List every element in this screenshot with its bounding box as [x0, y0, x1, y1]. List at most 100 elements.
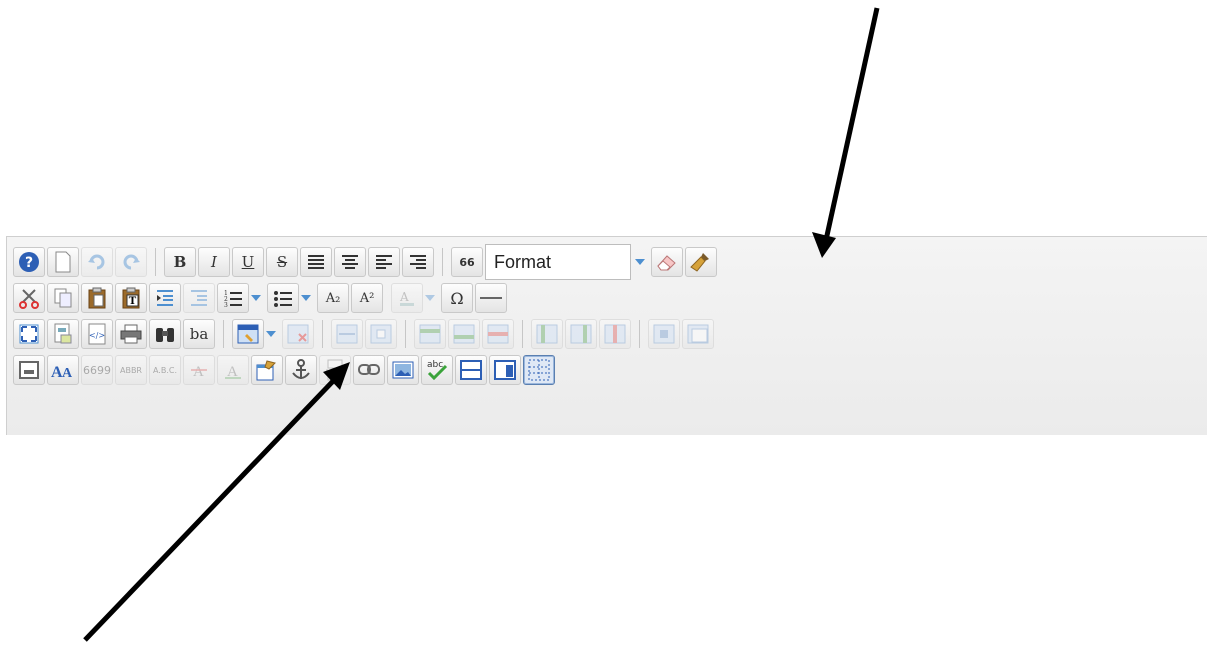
replace-button[interactable]: ba	[183, 319, 215, 349]
align-left-icon	[376, 255, 392, 269]
col-after-button[interactable]	[565, 319, 597, 349]
numbered-list-icon: 123	[224, 290, 242, 308]
svg-text:A: A	[193, 364, 204, 379]
find-button[interactable]	[149, 319, 181, 349]
align-right-button[interactable]	[402, 247, 434, 277]
toolbar-row-3: </> ba	[13, 317, 716, 351]
fullscreen-button[interactable]	[13, 319, 45, 349]
abbr-button[interactable]: ABBR	[115, 355, 147, 385]
horizontal-rule-button[interactable]	[475, 283, 507, 313]
numbered-list-dropdown[interactable]	[249, 283, 263, 313]
bulleted-list-dropdown[interactable]	[299, 283, 313, 313]
cite-button[interactable]: 6699	[81, 355, 113, 385]
delete-row-button[interactable]	[482, 319, 514, 349]
ins-button[interactable]: A	[217, 355, 249, 385]
bold-button[interactable]: B	[164, 247, 196, 277]
show-blocks-button[interactable]	[523, 355, 555, 385]
bulleted-list-button[interactable]	[267, 283, 299, 313]
templates-button[interactable]	[47, 319, 79, 349]
new-page-button[interactable]	[47, 247, 79, 277]
text-color-button[interactable]: A	[391, 283, 423, 313]
indent-button[interactable]	[149, 283, 181, 313]
spellcheck-button[interactable]: abc	[421, 355, 453, 385]
source-icon: </>	[88, 323, 106, 345]
text-color-icon: A	[399, 290, 414, 306]
print-icon	[120, 324, 142, 344]
subscript-button[interactable]: A₂	[317, 283, 349, 313]
align-left-button[interactable]	[368, 247, 400, 277]
col-before-button[interactable]	[531, 319, 563, 349]
superscript-icon: A²	[359, 290, 375, 306]
abbr-icon: ABBR	[119, 365, 142, 375]
blockquote-icon: 66	[459, 255, 475, 269]
image-button[interactable]	[387, 355, 419, 385]
delete-table-button[interactable]	[282, 319, 314, 349]
blockquote-button[interactable]: 66	[451, 247, 483, 277]
redo-icon	[123, 254, 140, 270]
table-button[interactable]	[232, 319, 264, 349]
cleanup-icon	[690, 253, 709, 272]
row-before-button[interactable]	[414, 319, 446, 349]
align-center-button[interactable]	[334, 247, 366, 277]
svg-text:?: ?	[25, 255, 33, 271]
help-icon: ?	[19, 252, 39, 272]
redo-button[interactable]	[115, 247, 147, 277]
iframe-button[interactable]	[13, 355, 45, 385]
acronym-button[interactable]: A.B.C.	[149, 355, 181, 385]
div-button[interactable]	[489, 355, 521, 385]
link-button[interactable]	[353, 355, 385, 385]
fullscreen-icon	[19, 324, 39, 344]
undo-button[interactable]	[81, 247, 113, 277]
source-button[interactable]: </>	[81, 319, 113, 349]
annotation-arrow-top	[812, 7, 880, 258]
strikethrough-button[interactable]: S	[266, 247, 298, 277]
outdent-button[interactable]	[183, 283, 215, 313]
toolbar-separator	[639, 320, 640, 348]
print-button[interactable]	[115, 319, 147, 349]
split-cell-button[interactable]	[365, 319, 397, 349]
underline-button[interactable]: U	[232, 247, 264, 277]
toolbar-separator	[322, 320, 323, 348]
toolbar-separator	[155, 248, 156, 276]
paste-text-button[interactable]: T	[115, 283, 147, 313]
outdent-icon	[191, 290, 207, 306]
table-props-icon	[687, 324, 709, 344]
anchor-button[interactable]	[285, 355, 317, 385]
layer-button[interactable]	[455, 355, 487, 385]
superscript-button[interactable]: A²	[351, 283, 383, 313]
delete-col-button[interactable]	[599, 319, 631, 349]
justify-button[interactable]	[300, 247, 332, 277]
numbered-list-button[interactable]: 123	[217, 283, 249, 313]
edit-button[interactable]	[251, 355, 283, 385]
cut-button[interactable]	[13, 283, 45, 313]
pagebreak-icon	[326, 359, 344, 381]
svg-text:T: T	[129, 296, 137, 307]
cleanup-button[interactable]	[685, 247, 717, 277]
format-dropdown-arrow[interactable]	[633, 247, 647, 277]
paste-button[interactable]	[81, 283, 113, 313]
format-select[interactable]: Format	[485, 244, 631, 280]
help-button[interactable]: ?	[13, 247, 45, 277]
merge-cells-button[interactable]	[331, 319, 363, 349]
remove-format-button[interactable]	[651, 247, 683, 277]
table-dropdown[interactable]	[264, 319, 278, 349]
copy-icon	[54, 288, 72, 308]
text-color-dropdown[interactable]	[423, 283, 437, 313]
styles-button[interactable]: AA	[47, 355, 79, 385]
iframe-icon	[19, 361, 39, 379]
templates-icon	[54, 323, 72, 344]
table-icon	[237, 324, 259, 344]
italic-button[interactable]: I	[198, 247, 230, 277]
table-props-button[interactable]	[682, 319, 714, 349]
copy-button[interactable]	[47, 283, 79, 313]
pagebreak-button[interactable]	[319, 355, 351, 385]
del-button[interactable]: A	[183, 355, 215, 385]
special-char-button[interactable]: Ω	[441, 283, 473, 313]
row-after-button[interactable]	[448, 319, 480, 349]
toolbar-row-1: ? B I U S 66 Format	[13, 244, 719, 280]
spellcheck-icon: abc	[427, 360, 448, 381]
cell-props-button[interactable]	[648, 319, 680, 349]
spellcheck-abc: abc	[427, 360, 443, 370]
strikethrough-icon: S	[276, 253, 288, 271]
svg-text:</>: </>	[89, 331, 105, 340]
